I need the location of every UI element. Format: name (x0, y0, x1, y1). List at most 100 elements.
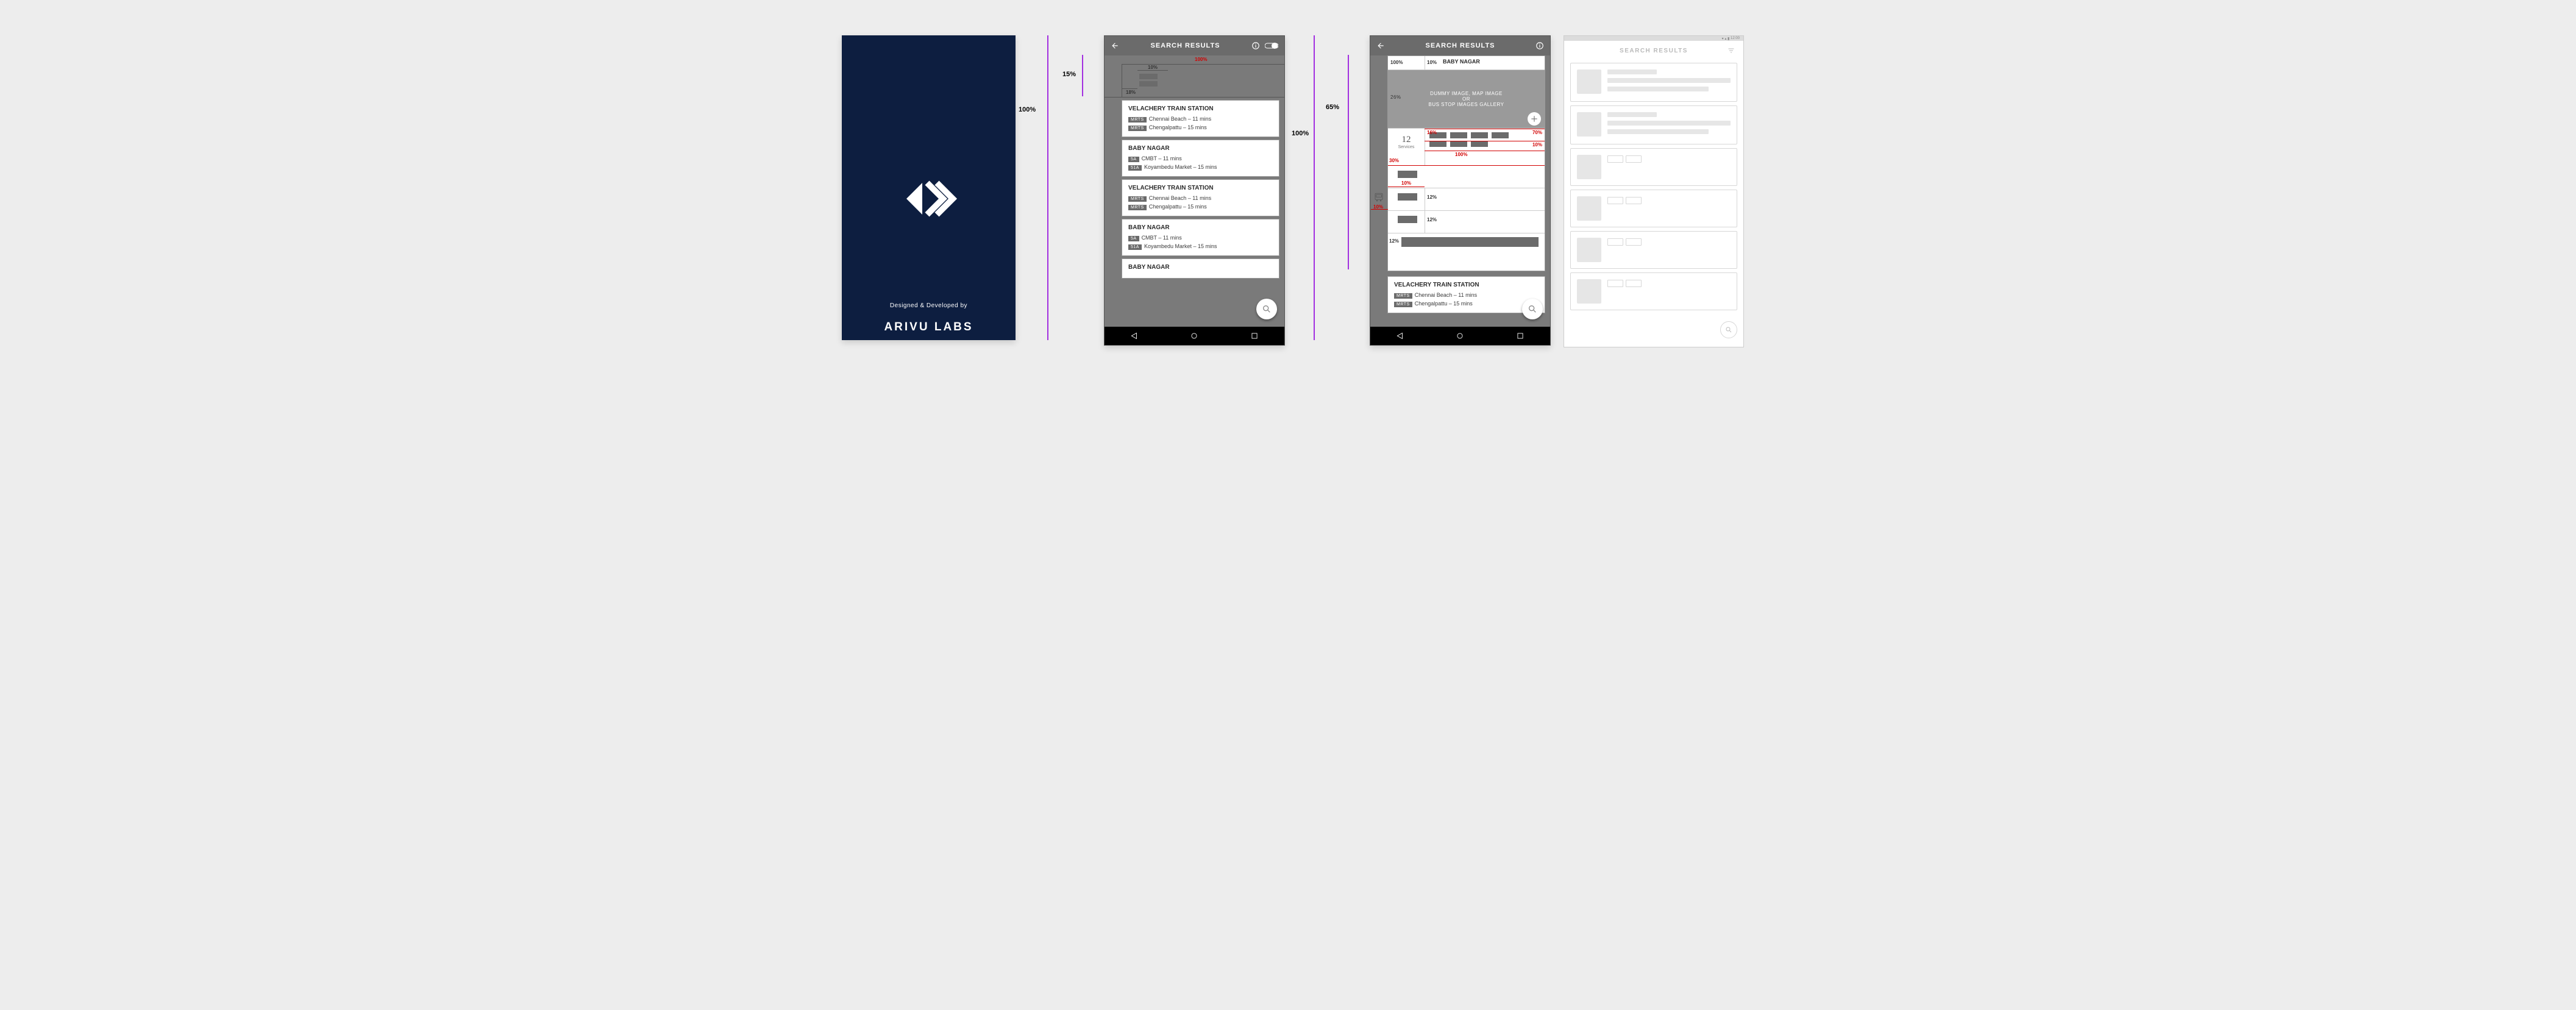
lofi-search-fab[interactable] (1720, 321, 1737, 338)
lofi-line (1607, 69, 1657, 74)
lofi-chip-row (1607, 279, 1731, 290)
result-card[interactable]: VELACHERY TRAIN STATIONMRTSChennai Beach… (1122, 100, 1279, 137)
back-icon[interactable] (1111, 41, 1119, 50)
route-text: CMBT – 11 mins (1142, 235, 1182, 241)
lofi-card[interactable] (1570, 190, 1737, 227)
spec3-70: 70% (1532, 130, 1542, 135)
lofi-line (1607, 87, 1709, 91)
app-bar-title: SEARCH RESULTS (1119, 42, 1251, 49)
route-badge: 5A (1128, 236, 1139, 241)
lofi-wireframe-screen: ▾ ▴ ▮ 12:00 SEARCH RESULTS (1564, 35, 1744, 347)
search-fab[interactable] (1522, 299, 1543, 319)
route-badge: MRTS (1128, 117, 1147, 123)
chip (1450, 132, 1467, 138)
lofi-card[interactable] (1570, 105, 1737, 144)
result-card[interactable]: VELACHERY TRAIN STATION MRTSChennai Beach… (1122, 179, 1279, 216)
spec3-30: 30% (1389, 158, 1399, 163)
nav-home-icon[interactable] (1190, 332, 1198, 340)
route-text: Chengalpattu – 15 mins (1415, 301, 1473, 307)
splash-title: ARIVU LABS (842, 321, 1016, 334)
nav-back-icon[interactable] (1396, 332, 1404, 340)
route-text: Chennai Beach – 11 mins (1149, 195, 1211, 201)
lofi-card[interactable] (1570, 231, 1737, 269)
ruler-label-100-b: 100% (1292, 130, 1309, 137)
lofi-chip (1626, 197, 1642, 204)
ruler-splash-height (1047, 35, 1048, 340)
lofi-lines (1607, 196, 1731, 207)
lofi-card[interactable] (1570, 148, 1737, 186)
spec3-100top: 100% (1390, 60, 1403, 65)
spec3-12c: 12% (1389, 238, 1399, 244)
route-row: MRTSChennai Beach – 11 mins (1128, 195, 1273, 202)
placeholder-text-2: OR (1462, 96, 1470, 102)
route-badge: MRTS (1394, 293, 1412, 299)
app-bar-3: SEARCH RESULTS (1370, 36, 1550, 55)
lofi-lines (1607, 155, 1731, 166)
nav-recent-icon[interactable] (1516, 332, 1525, 340)
wifi-icon: ▾ ▴ ▮ (1722, 37, 1730, 41)
result-card[interactable]: BABY NAGAR5ACMBT – 11 mins51AKoyambedu M… (1122, 140, 1279, 177)
spec3-12b: 12% (1427, 217, 1437, 222)
lofi-chip (1626, 280, 1642, 287)
route-row: 51AKoyambedu Market – 15 mins (1128, 164, 1273, 171)
route-row: MRTSChengalpattu – 15 mins (1128, 124, 1273, 131)
lofi-card[interactable] (1570, 272, 1737, 310)
result-card[interactable]: BABY NAGAR (1122, 258, 1279, 279)
spec3-10b: 10% (1401, 180, 1411, 186)
route-row: MRTSChennai Beach – 11 mins (1128, 116, 1273, 123)
route-badge: MRTS (1128, 126, 1147, 131)
card-title: VELACHERY TRAIN STATION (1394, 282, 1539, 288)
chip (1471, 141, 1488, 147)
screen2-body: 100% 10% 18% VELACHERY TRAIN STATIONMRTS… (1105, 55, 1284, 327)
lofi-thumb (1577, 279, 1601, 304)
app-bar-title-3: SEARCH RESULTS (1385, 42, 1535, 49)
route-row: 5ACMBT – 11 mins (1128, 235, 1273, 241)
route-badge: MRTS (1128, 196, 1147, 202)
lofi-card-list (1564, 63, 1743, 310)
info-icon[interactable] (1535, 41, 1544, 50)
search-fab[interactable] (1256, 299, 1277, 319)
route-text: Chennai Beach – 11 mins (1149, 116, 1211, 122)
spec3-100b: 100% (1455, 152, 1467, 157)
toggle-icon[interactable] (1265, 42, 1278, 49)
ruler-label-100-a: 100% (1019, 106, 1036, 113)
lofi-line (1607, 129, 1709, 134)
lofi-chip (1607, 280, 1623, 287)
route-row: 51AKoyambedu Market – 15 mins (1128, 243, 1273, 250)
ruler-65 (1348, 55, 1349, 269)
nav-home-icon[interactable] (1456, 332, 1464, 340)
lofi-thumb (1577, 196, 1601, 221)
route-badge: 51A (1128, 244, 1142, 250)
screen3-body: 100% 10% BABY NAGAR DUMMY IMAGE, MAP IMA… (1370, 55, 1550, 327)
add-icon[interactable] (1528, 112, 1541, 126)
nav-recent-icon[interactable] (1250, 332, 1259, 340)
nav-back-icon[interactable] (1130, 332, 1139, 340)
lofi-card[interactable] (1570, 63, 1737, 102)
route-text: Chengalpattu – 15 mins (1149, 204, 1207, 210)
placeholder-text-3: BUS STOP IMAGES GALLERY (1429, 102, 1504, 107)
route-badge: MRTS (1394, 302, 1412, 307)
ruler-15 (1082, 55, 1083, 96)
card-title: BABY NAGAR (1128, 145, 1273, 152)
lofi-chip-row (1607, 155, 1731, 166)
bus-icon (1373, 192, 1384, 203)
lofi-lines (1607, 279, 1731, 290)
ruler-label-65: 65% (1326, 104, 1339, 111)
services-count: 12 (1388, 135, 1425, 145)
lofi-thumb (1577, 238, 1601, 262)
info-icon[interactable] (1251, 41, 1260, 50)
result-card[interactable]: BABY NAGAR5ACMBT – 11 mins51AKoyambedu M… (1122, 219, 1279, 256)
route-text: Chengalpattu – 15 mins (1149, 124, 1207, 130)
route-row: MRTSChengalpattu – 15 mins (1128, 204, 1273, 210)
lofi-line (1607, 78, 1731, 83)
lofi-chip (1607, 197, 1623, 204)
android-navbar (1370, 327, 1550, 345)
design-spec-canvas: Designed & Developed by ARIVU LABS 100% … (813, 0, 1763, 375)
card-title: VELACHERY TRAIN STATION (1128, 185, 1273, 191)
status-bar: ▾ ▴ ▮ 12:00 (1564, 36, 1743, 41)
lofi-header: SEARCH RESULTS (1564, 42, 1743, 59)
filter-icon[interactable] (1727, 47, 1735, 54)
chip-row (1398, 171, 1417, 178)
back-icon[interactable] (1376, 41, 1385, 50)
route-text: Chennai Beach – 11 mins (1415, 292, 1477, 298)
